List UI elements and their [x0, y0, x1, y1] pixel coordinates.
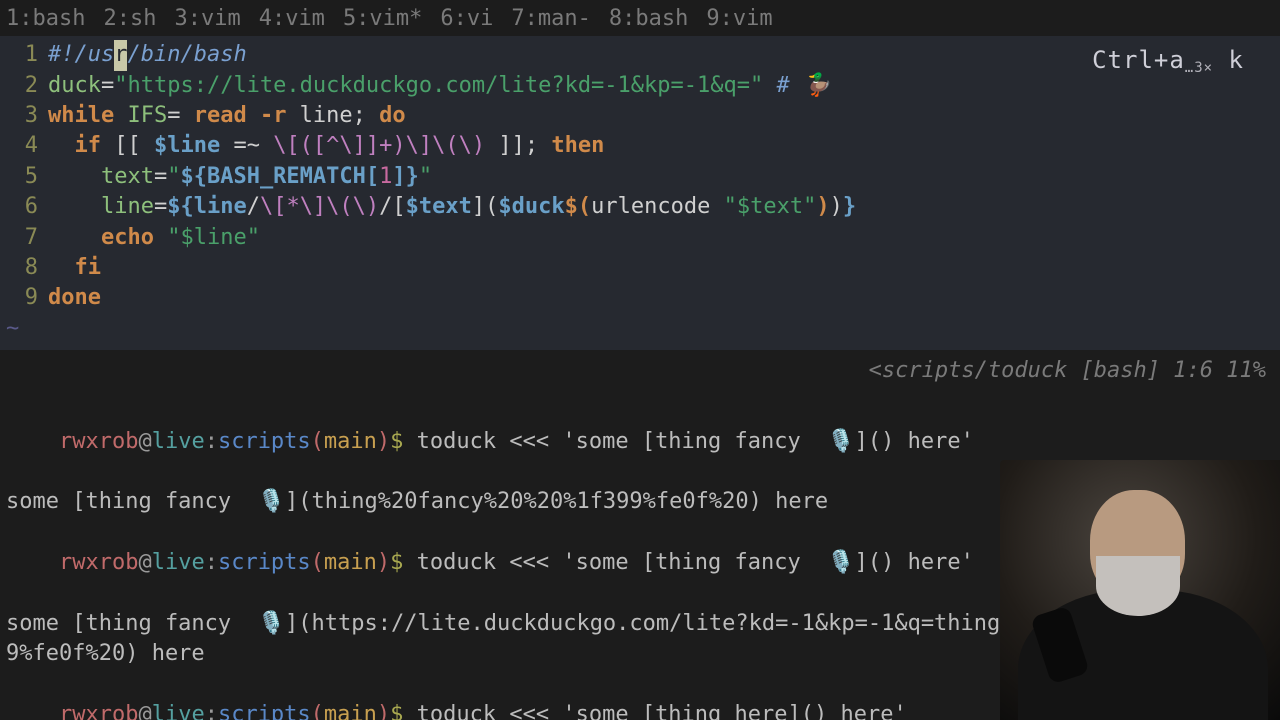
code-text: $( [565, 192, 592, 222]
line-number: 8 [0, 253, 48, 283]
code-text: 1 [379, 162, 392, 192]
code-text: if [48, 131, 101, 161]
vim-empty-line: ~ [0, 314, 19, 344]
line-number: 5 [0, 162, 48, 192]
code-text [154, 223, 167, 253]
line-number: 3 [0, 101, 48, 131]
code-text: ${BASH_REMATCH[ [180, 162, 379, 192]
code-text: = [101, 71, 114, 101]
code-text: #!/us [48, 40, 114, 70]
prompt-user: rwxrob [59, 429, 138, 454]
vim-cursor: r [114, 40, 127, 70]
prompt-path: scripts [218, 429, 311, 454]
code-text: text [48, 162, 154, 192]
code-text: # 🦆 [763, 71, 830, 101]
code-text: ) [816, 192, 829, 222]
code-text: = [154, 192, 167, 222]
code-text: done [48, 283, 101, 313]
code-text: " [419, 162, 432, 192]
prompt-dollar: $ [390, 429, 403, 454]
tmux-window[interactable]: 3:vim [174, 4, 240, 34]
prompt-host: live [152, 429, 205, 454]
tmux-window[interactable]: 7:man- [511, 4, 590, 34]
code-text: ) [830, 192, 843, 222]
code-text: = [154, 162, 167, 192]
code-text: ]( [472, 192, 499, 222]
code-text: do [379, 101, 406, 131]
vim-status-line: <scripts/toduck [bash] 1:6 11% [0, 350, 1280, 394]
code-text: urlencode [591, 192, 723, 222]
code-text: ]]; [485, 131, 551, 161]
tmux-window[interactable]: 4:vim [259, 4, 325, 34]
code-text: echo [48, 223, 154, 253]
code-text: \[*\]\(\) [260, 192, 379, 222]
code-text: /bin/bash [127, 40, 246, 70]
code-text: IFS [114, 101, 167, 131]
code-text: ${line [167, 192, 246, 222]
prompt-branch: main [324, 429, 377, 454]
terminal-command: toduck <<< 'some [thing here]() here' [403, 702, 906, 720]
code-text: "$line" [167, 223, 260, 253]
tmux-window[interactable]: 8:bash [609, 4, 688, 34]
terminal-command: toduck <<< 'some [thing fancy 🎙️]() here… [403, 429, 973, 454]
code-text: duck [48, 71, 101, 101]
tmux-window[interactable]: 6:vi [440, 4, 493, 34]
code-text: "https://lite.duckduckgo.com/lite?kd=-1&… [114, 71, 763, 101]
webcam-overlay [1000, 460, 1280, 720]
code-text: $duck [498, 192, 564, 222]
line-number: 4 [0, 131, 48, 161]
line-number: 6 [0, 192, 48, 222]
code-text: ]} [392, 162, 419, 192]
code-text: [[ [101, 131, 154, 161]
code-text: read -r [194, 101, 287, 131]
line-number: 9 [0, 283, 48, 313]
code-text: while [48, 101, 114, 131]
code-text: =~ [220, 131, 273, 161]
code-text: } [843, 192, 856, 222]
prompt-paren: ( [311, 429, 324, 454]
code-text: $text [406, 192, 472, 222]
tmux-window[interactable]: 9:vim [706, 4, 772, 34]
vim-editor-pane[interactable]: 1#!/usr/bin/bash 2duck="https://lite.duc… [0, 36, 1280, 350]
prompt-user: rwxrob [59, 702, 138, 720]
code-text: then [551, 131, 604, 161]
line-number: 1 [0, 40, 48, 70]
code-text: \[([^\]]+)\]\(\) [273, 131, 485, 161]
code-text: line; [286, 101, 379, 131]
tmux-window[interactable]: 2:sh [103, 4, 156, 34]
line-number: 2 [0, 71, 48, 101]
code-text: /[ [379, 192, 406, 222]
code-text: = [167, 101, 194, 131]
tmux-window[interactable]: 5:vim* [343, 4, 422, 34]
code-text: "$text" [724, 192, 817, 222]
keycast-hint: Ctrl+a…3× k [1092, 44, 1244, 77]
code-text: fi [48, 253, 101, 283]
prompt-sep: : [205, 429, 218, 454]
code-text: $line [154, 131, 220, 161]
prompt-paren: ) [377, 429, 390, 454]
tmux-window[interactable]: 1:bash [6, 4, 85, 34]
tmux-tab-bar: 1:bash 2:sh 3:vim 4:vim 5:vim* 6:vi 7:ma… [0, 0, 1280, 36]
terminal-command: toduck <<< 'some [thing fancy 🎙️]() here… [403, 550, 973, 575]
prompt-user: rwxrob [59, 550, 138, 575]
line-number: 7 [0, 223, 48, 253]
code-text: / [247, 192, 260, 222]
code-text: " [167, 162, 180, 192]
code-text: line [48, 192, 154, 222]
prompt-at: @ [138, 429, 151, 454]
